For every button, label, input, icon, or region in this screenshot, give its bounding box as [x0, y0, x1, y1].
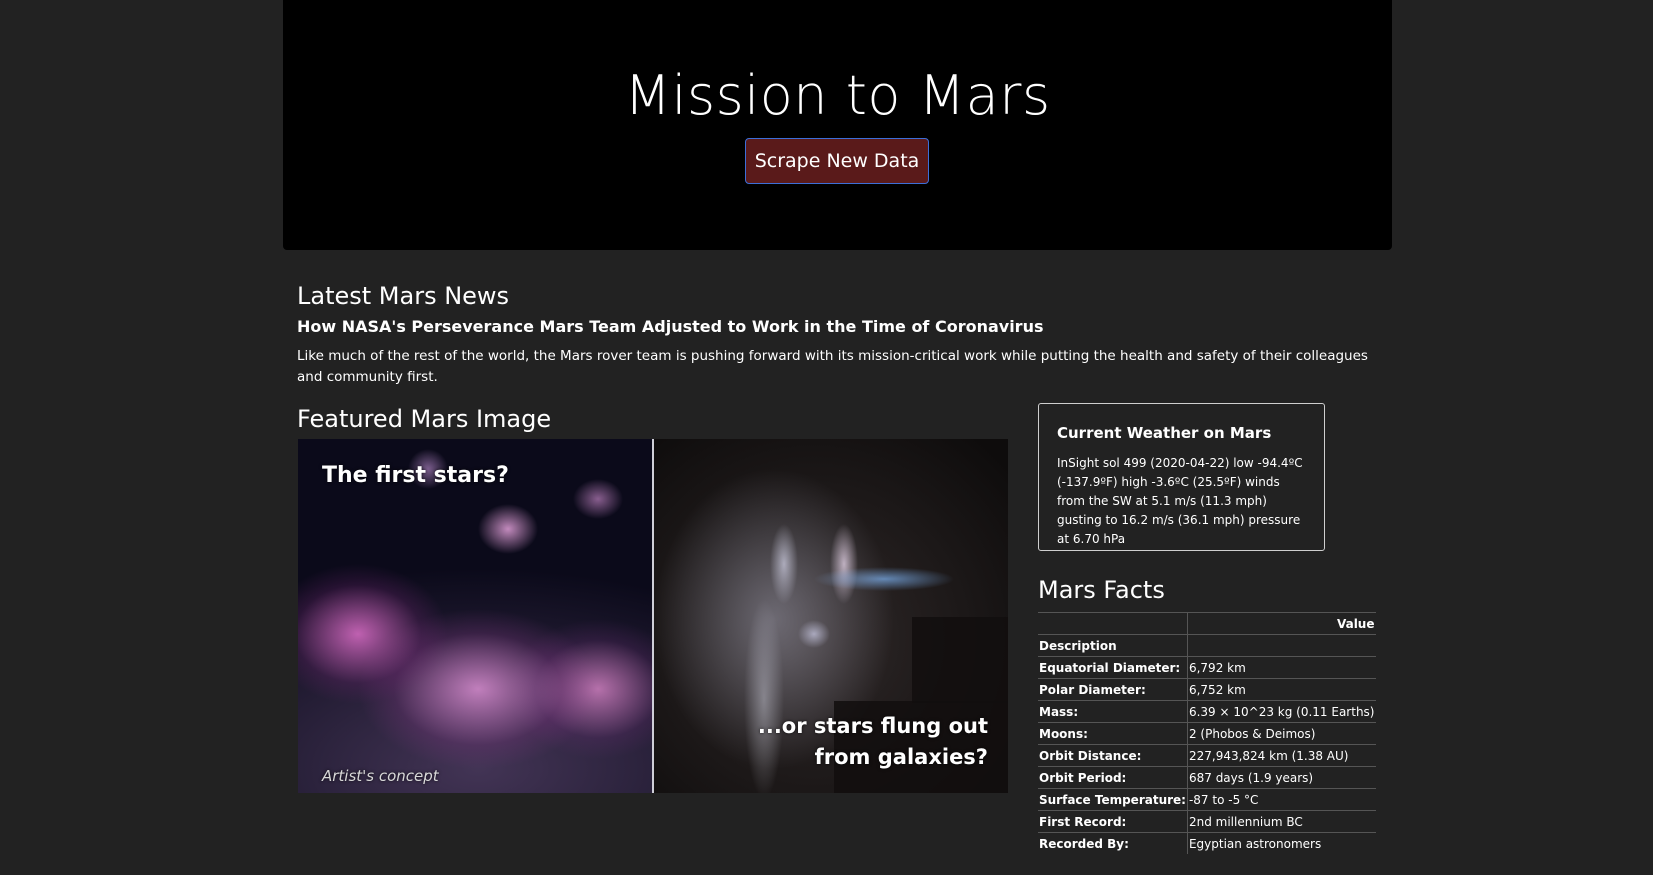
image-caption-right-line1: ...or stars flung out — [757, 714, 988, 738]
image-dark-patch — [912, 617, 1008, 703]
fact-label: Equatorial Diameter: — [1038, 656, 1188, 679]
image-caption-right-line2: from galaxies? — [814, 745, 988, 769]
fact-label: Surface Temperature: — [1038, 788, 1188, 811]
fact-value: Egyptian astronomers — [1187, 832, 1376, 854]
featured-image-title: Featured Mars Image — [297, 405, 552, 433]
fact-label: Moons: — [1038, 722, 1188, 745]
table-row: Orbit Period: 687 days (1.9 years) — [1038, 766, 1376, 789]
mars-facts-body: Equatorial Diameter: 6,792 km Polar Diamet… — [1038, 656, 1376, 854]
featured-mars-image: The first stars? ...or stars flung out f… — [298, 439, 1008, 793]
table-row: Mass: 6.39 × 10^23 kg (0.11 Earths) — [1038, 700, 1376, 723]
weather-title: Current Weather on Mars — [1057, 424, 1272, 442]
news-section-title: Latest Mars News — [297, 282, 510, 310]
fact-value: 687 days (1.9 years) — [1187, 766, 1376, 789]
fact-label: First Record: — [1038, 810, 1188, 833]
table-header-row: Value — [1038, 612, 1376, 635]
table-header-description: Description — [1038, 634, 1188, 657]
table-header-row: Description — [1038, 634, 1376, 657]
jumbotron-header: Mission to Mars — [283, 0, 1392, 250]
table-row: Polar Diameter: 6,752 km — [1038, 678, 1376, 701]
table-row: Recorded By: Egyptian astronomers — [1038, 832, 1376, 854]
fact-label: Mass: — [1038, 700, 1188, 723]
news-headline: How NASA's Perseverance Mars Team Adjust… — [297, 317, 1044, 336]
mars-facts-table: Value Description Equatorial Diameter: 6,… — [1038, 612, 1376, 854]
mars-facts-title: Mars Facts — [1038, 576, 1165, 604]
fact-value: 2 (Phobos & Deimos) — [1187, 722, 1376, 745]
image-caption-artist: Artist's concept — [322, 767, 439, 785]
image-caption-right: ...or stars flung out from galaxies? — [758, 711, 988, 773]
table-row: Equatorial Diameter: 6,792 km — [1038, 656, 1376, 679]
table-header-empty — [1187, 634, 1376, 657]
fact-value: 6.39 × 10^23 kg (0.11 Earths) — [1187, 700, 1376, 723]
fact-label: Polar Diameter: — [1038, 678, 1188, 701]
fact-label: Recorded By: — [1038, 832, 1188, 854]
fact-value: -87 to -5 °C — [1187, 788, 1376, 811]
table-row: First Record: 2nd millennium BC — [1038, 810, 1376, 833]
image-caption-left: The first stars? — [322, 463, 509, 488]
fact-value: 6,752 km — [1187, 678, 1376, 701]
table-row: Surface Temperature: -87 to -5 °C — [1038, 788, 1376, 811]
fact-value: 227,943,824 km (1.38 AU) — [1187, 744, 1376, 767]
table-row: Orbit Distance: 227,943,824 km (1.38 AU) — [1038, 744, 1376, 767]
table-header-value: Value — [1187, 612, 1376, 635]
fact-label: Orbit Distance: — [1038, 744, 1188, 767]
fact-value: 6,792 km — [1187, 656, 1376, 679]
table-row: Moons: 2 (Phobos & Deimos) — [1038, 722, 1376, 745]
weather-card: Current Weather on Mars InSight sol 499 … — [1038, 403, 1325, 551]
news-paragraph: Like much of the rest of the world, the … — [297, 348, 1368, 385]
weather-text: InSight sol 499 (2020-04-22) low -94.4ºC… — [1057, 456, 1303, 546]
table-header-empty — [1038, 612, 1188, 635]
featured-image-left-panel — [298, 439, 652, 793]
scrape-new-data-button[interactable]: Scrape New Data — [745, 138, 929, 184]
fact-label: Orbit Period: — [1038, 766, 1188, 789]
fact-value: 2nd millennium BC — [1187, 810, 1376, 833]
page-title: Mission to Mars — [624, 64, 1051, 127]
